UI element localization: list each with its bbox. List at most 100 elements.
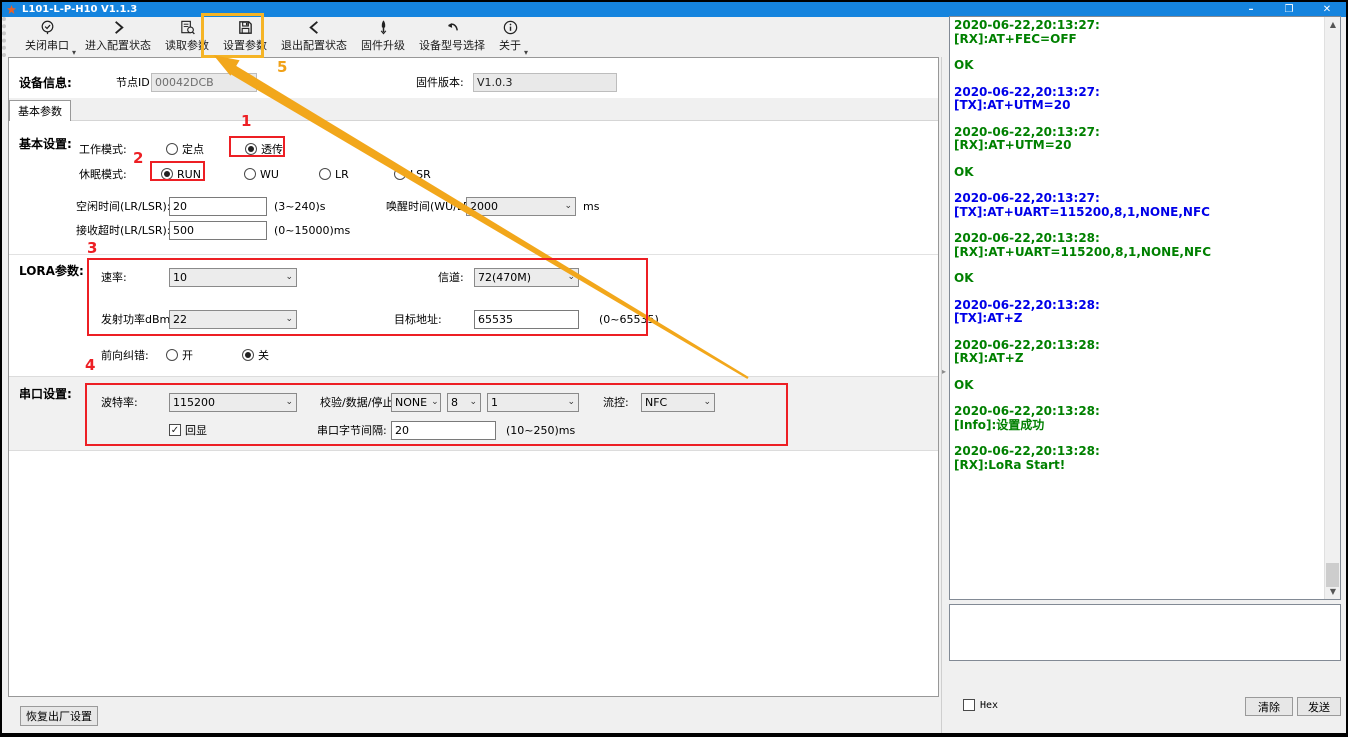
save-icon xyxy=(237,19,254,36)
chevron-down-icon: ⌄ xyxy=(285,314,293,324)
log-scrollbar[interactable]: ▲ ▼ xyxy=(1324,17,1340,599)
wake-time-dropdown[interactable]: 2000⌄ xyxy=(466,197,576,216)
log-entry: 2020-06-22,20:13:27:[RX]:AT+FEC=OFFOK xyxy=(954,19,1322,73)
info-icon xyxy=(502,19,519,36)
panel-splitter[interactable]: ▸ xyxy=(941,57,948,733)
rocket-icon xyxy=(375,19,392,36)
target-address-field[interactable]: 65535 xyxy=(474,310,579,329)
stop-bits-dropdown[interactable]: 1⌄ xyxy=(487,393,579,412)
tab-strip: 基本参数 xyxy=(9,98,938,121)
parity-dropdown[interactable]: NONE⌄ xyxy=(391,393,441,412)
send-button[interactable]: 发送 xyxy=(1297,697,1341,716)
idle-time-field[interactable]: 20 xyxy=(169,197,267,216)
rx-timeout-label: 接收超时(LR/LSR): xyxy=(76,222,171,238)
about-button[interactable]: 关于 xyxy=(492,17,528,57)
radio-icon xyxy=(244,168,256,180)
byte-interval-field[interactable]: 20 xyxy=(391,421,496,440)
rx-timeout-hint: (0~15000)ms xyxy=(274,224,350,237)
byte-interval-hint: (10~250)ms xyxy=(506,424,575,437)
baud-rate-label: 波特率: xyxy=(101,394,138,410)
channel-label: 信道: xyxy=(438,269,464,285)
idle-time-hint: (3~240)s xyxy=(274,200,326,213)
read-params-button[interactable]: 读取参数 xyxy=(158,17,216,57)
rx-timeout-field[interactable]: 500 xyxy=(169,221,267,240)
chevron-down-icon[interactable]: ▾ xyxy=(72,48,76,57)
work-mode-label: 工作模式: xyxy=(79,141,127,157)
send-input[interactable] xyxy=(949,604,1341,661)
wake-time-unit: ms xyxy=(583,200,599,213)
node-id-field: 00042DCB xyxy=(151,73,257,92)
radio-fec-on[interactable]: 开 xyxy=(166,347,193,363)
sleep-mode-label: 休眠模式: xyxy=(79,166,127,182)
back-arrow-icon xyxy=(444,19,461,36)
set-params-button[interactable]: 设置参数 xyxy=(216,17,274,57)
tx-power-dropdown[interactable]: 22⌄ xyxy=(169,310,297,329)
enter-config-label: 进入配置状态 xyxy=(85,37,151,53)
rate-label: 速率: xyxy=(101,269,127,285)
serial-port-icon xyxy=(39,19,56,36)
close-button[interactable]: ✕ xyxy=(1308,2,1346,17)
maximize-button[interactable]: ❐ xyxy=(1270,2,1308,17)
radio-fec-off[interactable]: 关 xyxy=(242,347,269,363)
log-content: 2020-06-22,20:13:27:[RX]:AT+FEC=OFFOK 202… xyxy=(954,19,1322,485)
close-serial-button[interactable]: 关闭串口 xyxy=(18,17,76,57)
hex-checkbox[interactable]: Hex xyxy=(963,699,998,711)
tx-power-label: 发射功率dBm: xyxy=(101,311,174,327)
log-entry: 2020-06-22,20:13:28:[RX]:AT+ZOK xyxy=(954,339,1322,393)
clear-button[interactable]: 清除 xyxy=(1245,697,1293,716)
log-entry: 2020-06-22,20:13:28:[TX]:AT+Z xyxy=(954,299,1322,326)
flow-control-label: 流控: xyxy=(603,394,629,410)
radio-selected-icon xyxy=(242,349,254,361)
channel-dropdown[interactable]: 72(470M)⌄ xyxy=(474,268,579,287)
about-label: 关于 xyxy=(499,37,521,53)
rate-dropdown[interactable]: 10⌄ xyxy=(169,268,297,287)
scroll-up-icon[interactable]: ▲ xyxy=(1325,17,1341,32)
radio-work-mode-transparent[interactable]: 透传 xyxy=(245,141,283,157)
exit-config-button[interactable]: 退出配置状态 xyxy=(274,17,354,57)
chevron-left-icon xyxy=(306,19,323,36)
radio-sleep-run[interactable]: RUN xyxy=(161,168,201,181)
node-id-label: 节点ID: xyxy=(116,74,153,90)
firmware-upgrade-button[interactable]: 固件升级 xyxy=(354,17,412,57)
echo-checkbox[interactable]: ✓回显 xyxy=(169,422,207,438)
radio-icon xyxy=(166,143,178,155)
radio-icon xyxy=(166,349,178,361)
log-entry: 2020-06-22,20:13:27:[TX]:AT+UART=115200,… xyxy=(954,192,1322,219)
chevron-down-icon: ⌄ xyxy=(469,397,477,407)
scroll-down-icon[interactable]: ▼ xyxy=(1325,584,1341,599)
log-entry: 2020-06-22,20:13:27:[TX]:AT+UTM=20 xyxy=(954,86,1322,113)
chevron-right-icon xyxy=(110,19,127,36)
tab-basic-params[interactable]: 基本参数 xyxy=(9,100,71,121)
log-entry: 2020-06-22,20:13:28:[Info]:设置成功 xyxy=(954,405,1322,432)
model-select-button[interactable]: 设备型号选择 xyxy=(412,17,492,57)
splitter-arrow-icon: ▸ xyxy=(942,367,946,376)
radio-sleep-lsr[interactable]: LSR xyxy=(394,168,431,181)
model-select-label: 设备型号选择 xyxy=(419,37,485,53)
enter-config-button[interactable]: 进入配置状态 xyxy=(78,17,158,57)
idle-time-label: 空闲时间(LR/LSR): xyxy=(76,198,171,214)
app-window: L101-L-P-H10 V1.1.3 – ❐ ✕ 关闭串口 ▾ 进入配置状态 … xyxy=(0,0,1348,737)
baud-rate-dropdown[interactable]: 115200⌄ xyxy=(169,393,297,412)
target-address-hint: (0~65535) xyxy=(599,313,659,326)
target-address-label: 目标地址: xyxy=(394,311,442,327)
device-info-label: 设备信息: xyxy=(19,74,72,91)
data-bits-dropdown[interactable]: 8⌄ xyxy=(447,393,481,412)
radio-work-mode-fixed[interactable]: 定点 xyxy=(166,141,204,157)
title-bar: L101-L-P-H10 V1.1.3 – ❐ ✕ xyxy=(2,2,1346,17)
radio-sleep-lr[interactable]: LR xyxy=(319,168,349,181)
main-config-panel: 设备信息: 节点ID: 00042DCB 固件版本: V1.0.3 基本参数 基… xyxy=(8,57,939,697)
firmware-upgrade-label: 固件升级 xyxy=(361,37,405,53)
flow-control-dropdown[interactable]: NFC⌄ xyxy=(641,393,715,412)
factory-reset-button[interactable]: 恢复出厂设置 xyxy=(20,706,98,726)
log-entry: 2020-06-22,20:13:28:[RX]:LoRa Start! xyxy=(954,445,1322,472)
exit-config-label: 退出配置状态 xyxy=(281,37,347,53)
parity-data-stop-label: 校验/数据/停止: xyxy=(320,394,397,410)
log-output[interactable]: 2020-06-22,20:13:27:[RX]:AT+FEC=OFFOK 202… xyxy=(949,16,1341,600)
chevron-down-icon[interactable]: ▾ xyxy=(524,48,528,57)
minimize-button[interactable]: – xyxy=(1232,2,1270,17)
bottom-bar: 恢复出厂设置 xyxy=(2,698,940,733)
firmware-version-label: 固件版本: xyxy=(416,74,464,90)
chevron-down-icon: ⌄ xyxy=(703,397,711,407)
radio-sleep-wu[interactable]: WU xyxy=(244,168,279,181)
log-entry: 2020-06-22,20:13:28:[RX]:AT+UART=115200,… xyxy=(954,232,1322,286)
